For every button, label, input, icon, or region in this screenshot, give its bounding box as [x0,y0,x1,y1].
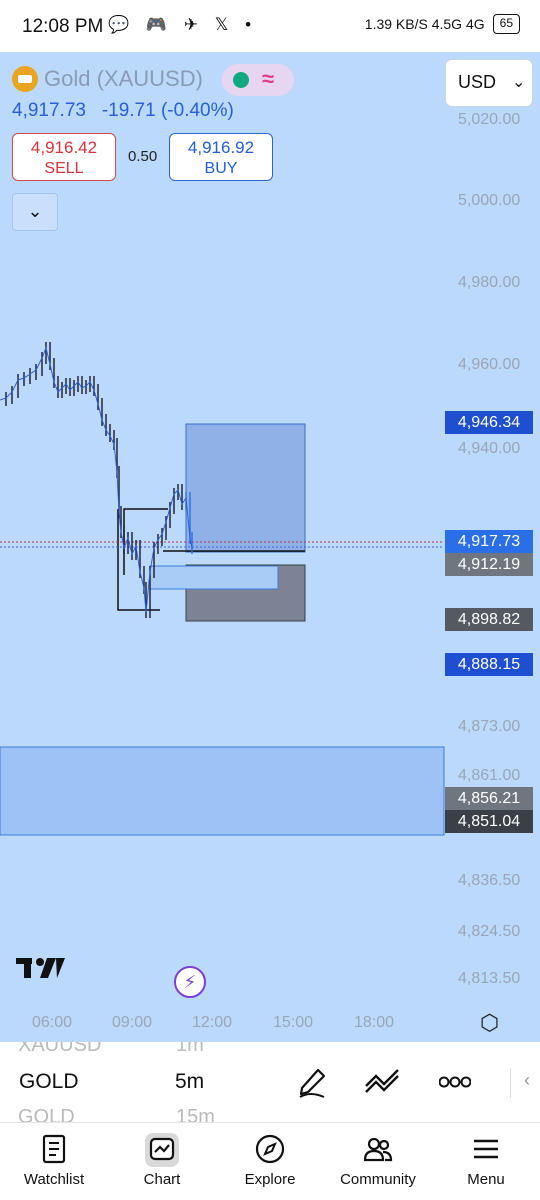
collapse-left-icon[interactable]: ‹ [524,1070,530,1091]
currency-value: USD [458,72,497,92]
wave-icon: ≈ [262,66,275,91]
nav-watchlist-label: Watchlist [23,1171,85,1188]
symbol-header[interactable]: Gold (XAUUSD) [12,66,203,92]
flash-icon[interactable]: ⚡ [174,966,206,998]
price-tag-zone-bottom: 4,851.04 [445,810,533,833]
hamburger-menu-icon [474,1139,498,1159]
price-tag-stop: 4,898.82 [445,608,533,631]
price-axis-label: 4,873.00 [458,718,521,735]
nav-watchlist[interactable]: Watchlist [0,1123,108,1200]
sell-label: SELL [44,160,84,177]
price-axis-label: 4,960.00 [458,356,521,373]
symbol-selector[interactable]: GOLD [19,1070,79,1094]
community-icon [363,1137,393,1162]
price-change: -19.71 [101,100,156,121]
interval-selector[interactable]: 5m [175,1070,204,1094]
status-time: 12:08 PM [22,16,104,37]
next-symbol: GOLD [18,1106,75,1122]
gold-logo-icon [12,66,38,92]
nav-community-label: Community [340,1171,416,1188]
price-axis-label: 4,836.50 [458,872,521,889]
time-axis-label: 18:00 [354,1014,395,1031]
time-axis-label: 12:00 [192,1014,233,1031]
prev-symbol: XAUUSD [18,1042,102,1056]
demand-zone[interactable] [0,746,445,836]
market-open-icon [233,72,249,88]
symbol-name[interactable]: Gold (XAUUSD) [44,66,203,92]
collapse-chevron-icon[interactable]: ⌄ [12,193,58,231]
price-tag-level: 4,888.15 [445,653,533,676]
chart-icon [149,1137,175,1161]
compass-icon [255,1134,285,1164]
spread-value: 0.50 [128,148,158,165]
price-tag-target: 4,946.34 [445,411,533,434]
currency-select[interactable]: USD ⌄ [446,60,532,106]
buy-button[interactable]: 4,916.92 BUY [169,133,273,181]
sell-price: 4,916.42 [30,138,98,157]
long-target-zone[interactable] [185,423,306,553]
sell-button[interactable]: 4,916.42 SELL [12,133,116,181]
price-quote: 4,917.73 -19.71 (-0.40%) [12,100,234,122]
price-axis-label: 4,980.00 [458,274,521,291]
price-tag-last: 4,917.73 [445,530,533,553]
time-axis-label: 15:00 [273,1014,314,1031]
next-interval: 15m [176,1106,215,1122]
drawing-pen-icon[interactable] [296,1064,328,1098]
last-price: 4,917.73 [12,100,86,121]
chevron-down-icon: ⌄ [512,74,526,91]
battery-icon: 65 [492,14,520,34]
nav-chart-label: Chart [143,1171,181,1188]
price-axis-label: 4,940.00 [458,440,521,457]
chart-area[interactable]: Gold (XAUUSD) ≈ USD ⌄ 4,917.73 -19.71 (-… [0,52,540,1042]
price-axis-label: 4,824.50 [458,923,521,940]
nav-menu-label: Menu [467,1171,505,1188]
watchlist-icon [42,1134,66,1164]
price-tag-zone-top: 4,856.21 [445,787,533,810]
nav-chart[interactable]: Chart [108,1123,216,1200]
price-axis-label: 5,020.00 [458,111,521,128]
price-axis-label: 4,813.50 [458,970,521,987]
price-tag-entry: 4,912.19 [445,553,533,576]
price-axis-label: 4,861.00 [458,767,521,784]
toolbar-divider [510,1068,511,1098]
status-right: 1.39 KB/S 4.5G 4G 65 [365,14,520,34]
prev-interval: 1m [176,1042,204,1056]
bottom-nav: Watchlist Chart Explore Community Menu [0,1122,540,1200]
buy-label: BUY [204,160,238,177]
network-speed-text: 1.39 KB/S 4.5G 4G [364,16,485,32]
indicators-icon[interactable] [364,1064,402,1094]
time-axis-label: 06:00 [32,1014,73,1031]
more-options-icon[interactable] [439,1076,471,1088]
status-bar: 12:08 PM 💬 🎮 ✈ 𝕏 • 1.39 KB/S 4.5G 4G 65 [0,0,540,52]
nav-community[interactable]: Community [324,1123,432,1200]
market-status-pill[interactable]: ≈ [222,64,294,96]
tradingview-logo-icon [16,958,65,978]
nav-explore-label: Explore [244,1171,296,1188]
fvg-box[interactable] [149,565,279,590]
price-axis-label: 5,000.00 [458,192,521,209]
price-change-pct: (-0.40%) [160,100,234,121]
notification-icons: 💬 🎮 ✈ 𝕏 • [108,15,258,34]
chart-settings-icon[interactable]: ⬡ [480,1010,499,1036]
chart-toolbar: XAUUSD 1m GOLD 5m GOLD 15m ‹ [0,1042,540,1122]
nav-explore[interactable]: Explore [216,1123,324,1200]
buy-price: 4,916.92 [187,138,255,157]
nav-menu[interactable]: Menu [432,1123,540,1200]
time-axis-label: 09:00 [112,1014,153,1031]
